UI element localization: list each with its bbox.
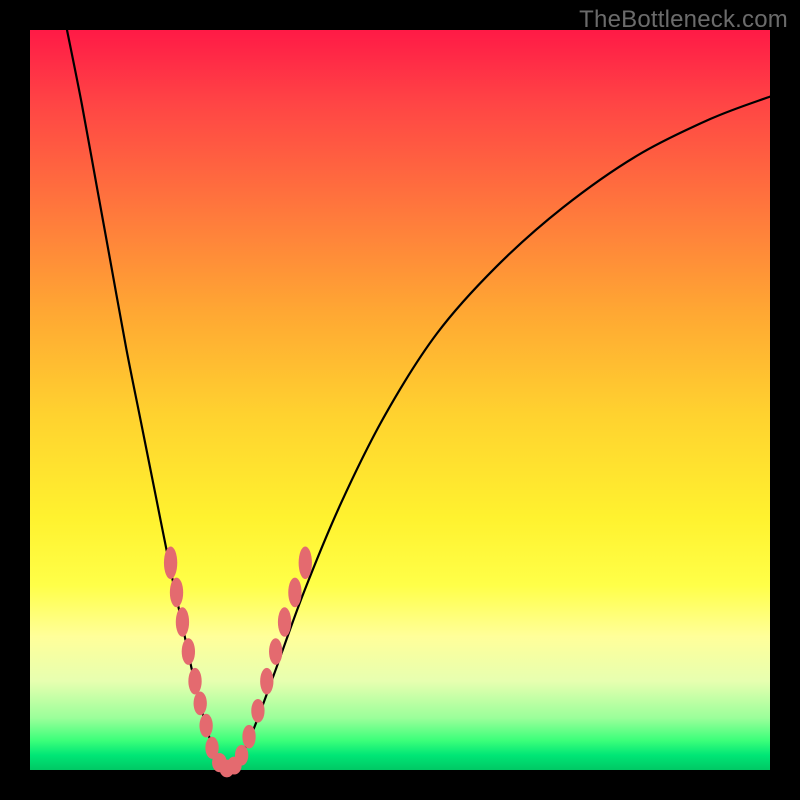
plot-area [30, 30, 770, 770]
watermark-text: TheBottleneck.com [579, 6, 788, 34]
data-marker [235, 745, 248, 766]
data-marker [164, 547, 177, 580]
data-marker [188, 668, 201, 695]
data-marker [199, 714, 212, 738]
data-marker [269, 638, 282, 665]
data-marker [278, 607, 291, 637]
bottleneck-curve [67, 30, 770, 771]
curve-svg [30, 30, 770, 770]
data-marker [299, 547, 312, 580]
data-marker [182, 638, 195, 665]
data-markers [164, 547, 312, 778]
data-marker [176, 607, 189, 637]
data-marker [242, 725, 255, 749]
data-marker [260, 668, 273, 695]
data-marker [288, 578, 301, 608]
data-marker [170, 578, 183, 608]
chart-container: TheBottleneck.com [0, 0, 800, 800]
data-marker [194, 692, 207, 716]
data-marker [251, 699, 264, 723]
